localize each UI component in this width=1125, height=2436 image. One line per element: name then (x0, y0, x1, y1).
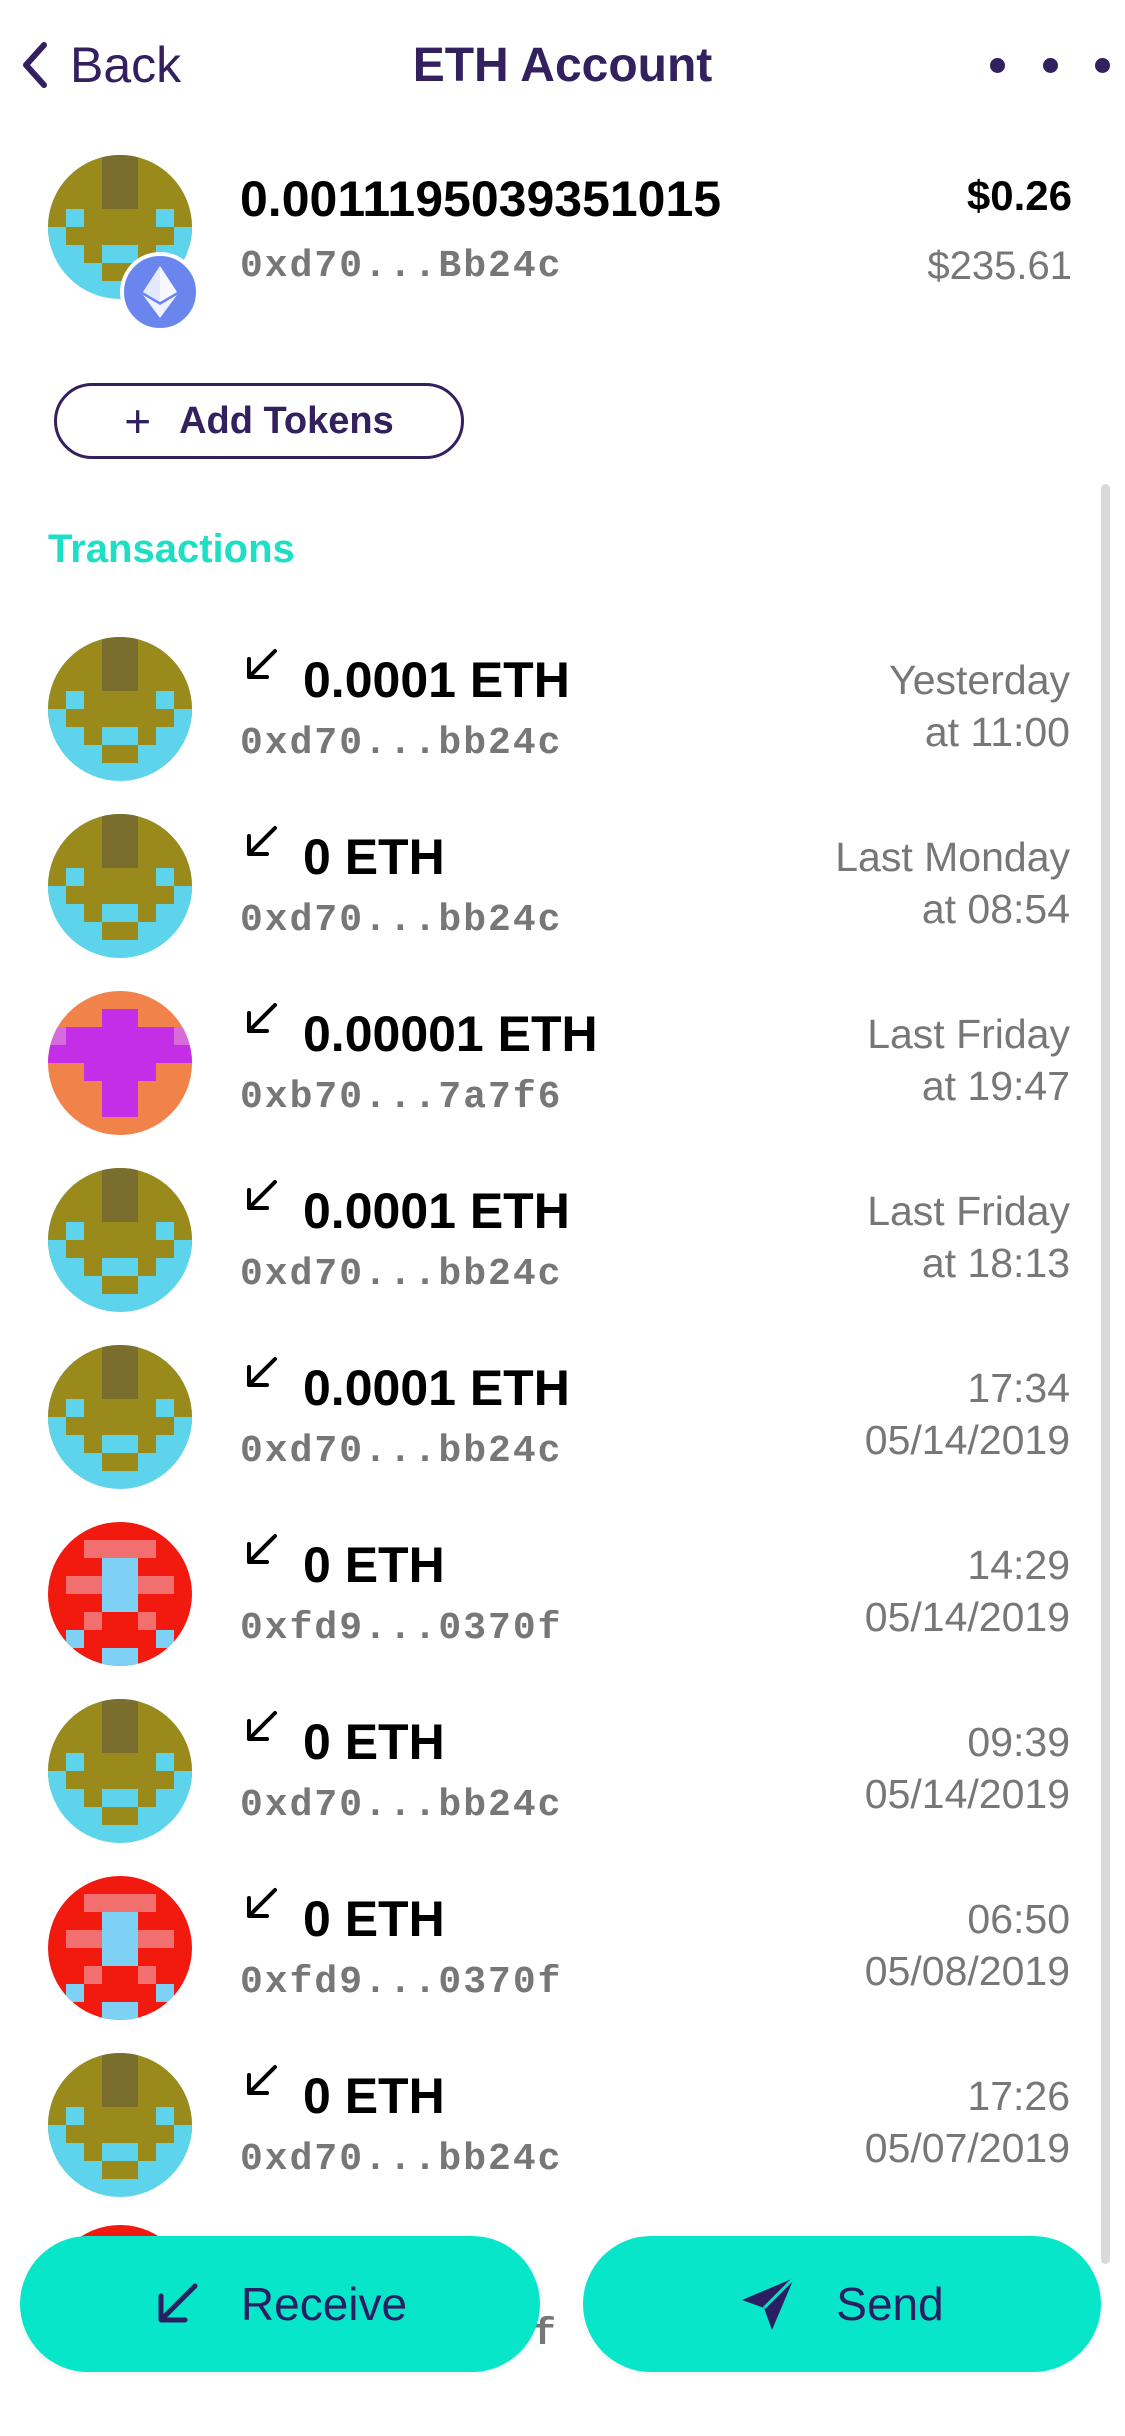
receive-arrow-icon (247, 1357, 277, 1387)
sender-avatar (48, 814, 192, 958)
dot (1042, 57, 1058, 73)
transaction-time: at 18:13 (921, 1240, 1070, 1286)
receive-arrow-icon (247, 649, 277, 679)
send-label: Send (836, 2278, 944, 2330)
nav-bar: Back ETH Account (0, 0, 1125, 135)
transaction-row[interactable]: 0 ETH 0xd70...bb24c 09:39 05/14/2019 (0, 1699, 1100, 1875)
eth-price: $235.61 (927, 244, 1072, 288)
transaction-date: 17:34 (967, 1365, 1070, 1411)
transaction-time: 05/14/2019 (864, 1771, 1070, 1817)
transaction-time: 05/08/2019 (864, 1948, 1070, 1994)
receive-arrow-icon (247, 1180, 277, 1210)
section-title-transactions: Transactions (48, 527, 295, 571)
sender-avatar (48, 1522, 192, 1666)
transaction-date: 17:26 (967, 2073, 1070, 2119)
receive-button[interactable]: Receive (20, 2236, 540, 2372)
sender-avatar (48, 991, 192, 1135)
transaction-date: Yesterday (889, 657, 1070, 703)
account-address[interactable]: 0xd70...Bb24c (240, 245, 562, 288)
transaction-date: 06:50 (967, 1896, 1070, 1942)
transaction-row[interactable]: 0 ETH 0xfd9...0370f 14:29 05/14/2019 (0, 1522, 1100, 1698)
receive-arrow-icon (247, 1003, 277, 1033)
transaction-date: Last Friday (867, 1188, 1070, 1234)
transaction-time: 05/14/2019 (864, 1417, 1070, 1463)
receive-arrow-icon (247, 2065, 277, 2095)
transaction-amount: 0 ETH (303, 2068, 445, 2124)
transaction-amount: 0 ETH (303, 1537, 445, 1593)
transaction-row[interactable]: 0.0001 ETH 0xd70...bb24c Yesterday at 11… (0, 637, 1100, 813)
transaction-date: 14:29 (967, 1542, 1070, 1588)
transaction-address: 0xfd9...0370f (240, 1607, 563, 1650)
transaction-amount: 0 ETH (303, 1714, 445, 1770)
transaction-time: 05/07/2019 (864, 2125, 1070, 2171)
account-balance: 0.0011195039351015 (240, 171, 722, 227)
back-label: Back (70, 37, 182, 93)
scrollbar[interactable] (1101, 484, 1110, 2264)
transaction-row[interactable]: 0.0001 ETH 0xd70...bb24c 17:34 05/14/201… (0, 1345, 1100, 1521)
transaction-date: Last Friday (867, 1011, 1070, 1057)
sender-avatar (48, 1699, 192, 1843)
sender-avatar (48, 2053, 192, 2197)
transaction-date: 09:39 (967, 1719, 1070, 1765)
sender-avatar (48, 637, 192, 781)
transaction-amount: 0 ETH (303, 1891, 445, 1947)
transaction-row[interactable]: 0 ETH 0xd70...bb24c 17:26 05/07/2019 (0, 2053, 1100, 2229)
transaction-address: 0xd70...bb24c (240, 2138, 563, 2181)
send-button[interactable]: Send (583, 2236, 1101, 2372)
receive-arrow-icon (247, 826, 277, 856)
plus-icon: + (124, 395, 152, 447)
dot (1095, 57, 1110, 73)
transaction-time: 05/14/2019 (864, 1594, 1070, 1640)
transaction-amount: 0.00001 ETH (303, 1006, 598, 1062)
transaction-row[interactable]: 0 ETH 0xd70...bb24c Last Monday at 08:54 (0, 814, 1100, 990)
balance-usd: $0.26 (966, 172, 1072, 219)
sender-avatar (48, 1876, 192, 2020)
transaction-address: 0xd70...bb24c (240, 1784, 563, 1827)
transaction-amount: 0.0001 ETH (303, 1360, 570, 1416)
add-tokens-button[interactable]: + Add Tokens (54, 383, 464, 459)
transaction-date: Last Monday (835, 834, 1070, 880)
transaction-row[interactable]: 0 ETH 0xfd9...0370f 06:50 05/08/2019 (0, 1876, 1100, 2052)
send-paper-plane-icon (742, 2276, 796, 2330)
transaction-address: 0xd70...bb24c (240, 1430, 563, 1473)
sender-avatar (48, 1168, 192, 1312)
transaction-amount: 0.0001 ETH (303, 1183, 570, 1239)
more-horizontal-icon (990, 57, 1005, 73)
transaction-time: at 08:54 (921, 886, 1070, 932)
back-button[interactable]: Back (22, 30, 181, 100)
receive-arrow-icon (158, 2283, 198, 2323)
receive-arrow-icon (247, 1711, 277, 1741)
transaction-time: at 19:47 (921, 1063, 1070, 1109)
transaction-row[interactable]: 0.0001 ETH 0xd70...bb24c Last Friday at … (0, 1168, 1100, 1344)
transaction-address: 0xd70...bb24c (240, 899, 563, 942)
transaction-time: at 11:00 (924, 709, 1070, 755)
more-options-button[interactable] (990, 45, 1110, 85)
transaction-amount: 0.0001 ETH (303, 652, 570, 708)
transaction-row[interactable]: 0.00001 ETH 0xb70...7a7f6 Last Friday at… (0, 991, 1100, 1167)
ethereum-icon (120, 252, 200, 332)
transaction-address: 0xfd9...0370f (240, 1961, 563, 2004)
sender-avatar (48, 1345, 192, 1489)
transaction-address: 0xb70...7a7f6 (240, 1076, 563, 1119)
receive-arrow-icon (247, 1888, 277, 1918)
chevron-left-icon (23, 42, 47, 88)
add-tokens-label: Add Tokens (179, 399, 394, 442)
receive-arrow-icon (247, 1534, 277, 1564)
transaction-amount: 0 ETH (303, 829, 445, 885)
receive-label: Receive (240, 2278, 408, 2330)
transaction-address: 0xd70...bb24c (240, 1253, 563, 1296)
transaction-address: 0xd70...bb24c (240, 722, 563, 765)
